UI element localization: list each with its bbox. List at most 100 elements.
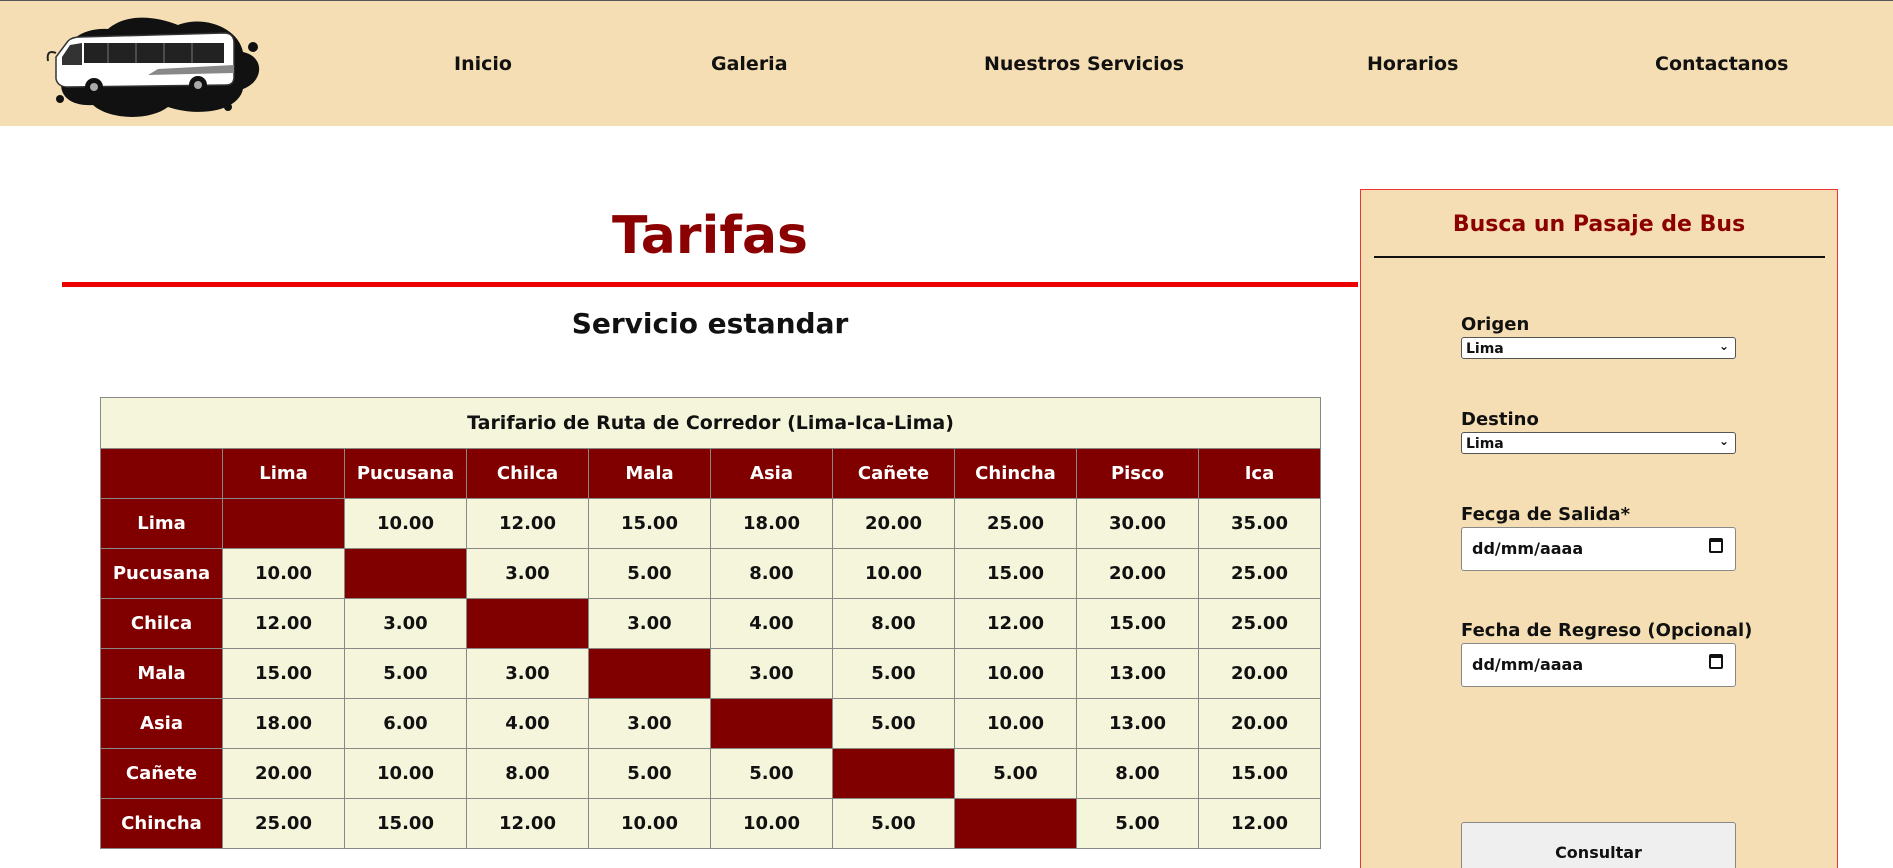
origin-label: Origen [1461,314,1530,335]
fare-cell: 12.00 [222,598,345,649]
fare-cell: 20.00 [222,748,345,799]
fare-cell: 3.00 [588,698,711,749]
fare-cell: 10.00 [344,498,467,549]
fare-table: Tarifario de Ruta de Corredor (Lima-Ica-… [100,397,1321,849]
column-header: Asia [710,448,833,499]
fare-cell: 20.00 [1198,648,1321,699]
fare-cell: 5.00 [954,748,1077,799]
calendar-icon[interactable] [1709,538,1723,553]
same-stop-cell [466,598,589,649]
origin-selected-value: Lima [1466,341,1504,357]
bus-search-panel: Busca un Pasaje de Bus Origen Lima ⌄ Des… [1360,189,1838,868]
departure-date-input[interactable]: dd/mm/aaaa [1461,527,1736,571]
fare-cell: 8.00 [466,748,589,799]
table-row: Asia 18.00 6.00 4.00 3.00 5.00 10.00 13.00 20.00 [100,698,1321,749]
fare-cell: 3.00 [710,648,833,699]
consult-button[interactable]: Consultar [1461,822,1736,868]
fare-cell: 4.00 [710,598,833,649]
fare-cell: 10.00 [832,548,955,599]
table-row: Chilca 12.00 3.00 3.00 4.00 8.00 12.00 15.00 25.… [100,598,1321,649]
table-caption: Tarifario de Ruta de Corredor (Lima-Ica-… [100,397,1321,449]
row-header: Pucusana [100,548,223,599]
column-header: Cañete [832,448,955,499]
same-stop-cell [832,748,955,799]
same-stop-cell [954,798,1077,849]
same-stop-cell [222,498,345,549]
fare-cell: 18.00 [710,498,833,549]
column-header: Chilca [466,448,589,499]
row-header: Chincha [100,798,223,849]
origin-select[interactable]: Lima ⌄ [1461,337,1736,359]
fare-cell: 8.00 [1076,748,1199,799]
fare-cell: 15.00 [954,548,1077,599]
fare-cell: 5.00 [588,548,711,599]
destination-selected-value: Lima [1466,436,1504,452]
fare-cell: 10.00 [954,698,1077,749]
destination-label: Destino [1461,409,1539,430]
fare-cell: 15.00 [222,648,345,699]
search-panel-title: Busca un Pasaje de Bus [1452,212,1746,237]
search-panel-divider [1374,256,1825,258]
table-header-row: Lima Pucusana Chilca Mala Asia Cañete Chincha P… [100,448,1321,499]
fare-cell: 3.00 [466,548,589,599]
fare-cell: 3.00 [344,598,467,649]
fare-cell: 18.00 [222,698,345,749]
fare-cell: 5.00 [832,648,955,699]
fare-cell: 10.00 [222,548,345,599]
fare-cell: 10.00 [954,648,1077,699]
row-header: Asia [100,698,223,749]
same-stop-cell [344,548,467,599]
chevron-down-icon: ⌄ [1718,434,1729,448]
service-subtitle: Servicio estandar [571,307,849,340]
corner-cell [100,448,223,499]
fare-cell: 5.00 [588,748,711,799]
fare-cell: 5.00 [344,648,467,699]
table-row: Cañete 20.00 10.00 8.00 5.00 5.00 5.00 8.00 15.0… [100,748,1321,799]
fare-cell: 8.00 [832,598,955,649]
nav-galeria[interactable]: Galeria [711,53,788,75]
fare-cell: 25.00 [1198,598,1321,649]
calendar-icon[interactable] [1709,654,1723,669]
column-header: Pucusana [344,448,467,499]
fare-cell: 15.00 [588,498,711,549]
fare-cell: 13.00 [1076,698,1199,749]
column-header: Lima [222,448,345,499]
fare-cell: 5.00 [1076,798,1199,849]
fare-cell: 20.00 [1076,548,1199,599]
page-title: Tarifas [612,206,808,266]
fare-cell: 15.00 [344,798,467,849]
fare-cell: 5.00 [710,748,833,799]
chevron-down-icon: ⌄ [1718,339,1729,353]
nav-contactanos[interactable]: Contactanos [1655,53,1788,75]
row-header: Chilca [100,598,223,649]
fare-cell: 8.00 [710,548,833,599]
fare-cell: 3.00 [588,598,711,649]
row-header: Lima [100,498,223,549]
fare-cell: 25.00 [222,798,345,849]
row-header: Mala [100,648,223,699]
column-header: Chincha [954,448,1077,499]
fare-cell: 5.00 [832,698,955,749]
departure-date-placeholder: dd/mm/aaaa [1472,539,1584,558]
nav-horarios[interactable]: Horarios [1367,53,1458,75]
destination-select[interactable]: Lima ⌄ [1461,432,1736,454]
fare-cell: 20.00 [832,498,955,549]
departure-date-label: Fecga de Salida* [1461,504,1630,525]
fare-cell: 12.00 [466,798,589,849]
fare-cell: 4.00 [466,698,589,749]
bus-logo[interactable] [38,7,270,123]
fare-cell: 12.00 [1198,798,1321,849]
column-header: Ica [1198,448,1321,499]
nav-nuestros-servicios[interactable]: Nuestros Servicios [984,53,1184,75]
column-header: Mala [588,448,711,499]
fare-cell: 15.00 [1198,748,1321,799]
fare-cell: 20.00 [1198,698,1321,749]
fare-cell: 5.00 [832,798,955,849]
nav-inicio[interactable]: Inicio [454,53,512,75]
table-row: Pucusana 10.00 3.00 5.00 8.00 10.00 15.00 20.00… [100,548,1321,599]
return-date-input[interactable]: dd/mm/aaaa [1461,643,1736,687]
fare-cell: 6.00 [344,698,467,749]
fare-cell: 15.00 [1076,598,1199,649]
table-caption-row: Tarifario de Ruta de Corredor (Lima-Ica-… [100,397,1321,449]
fare-cell: 12.00 [954,598,1077,649]
